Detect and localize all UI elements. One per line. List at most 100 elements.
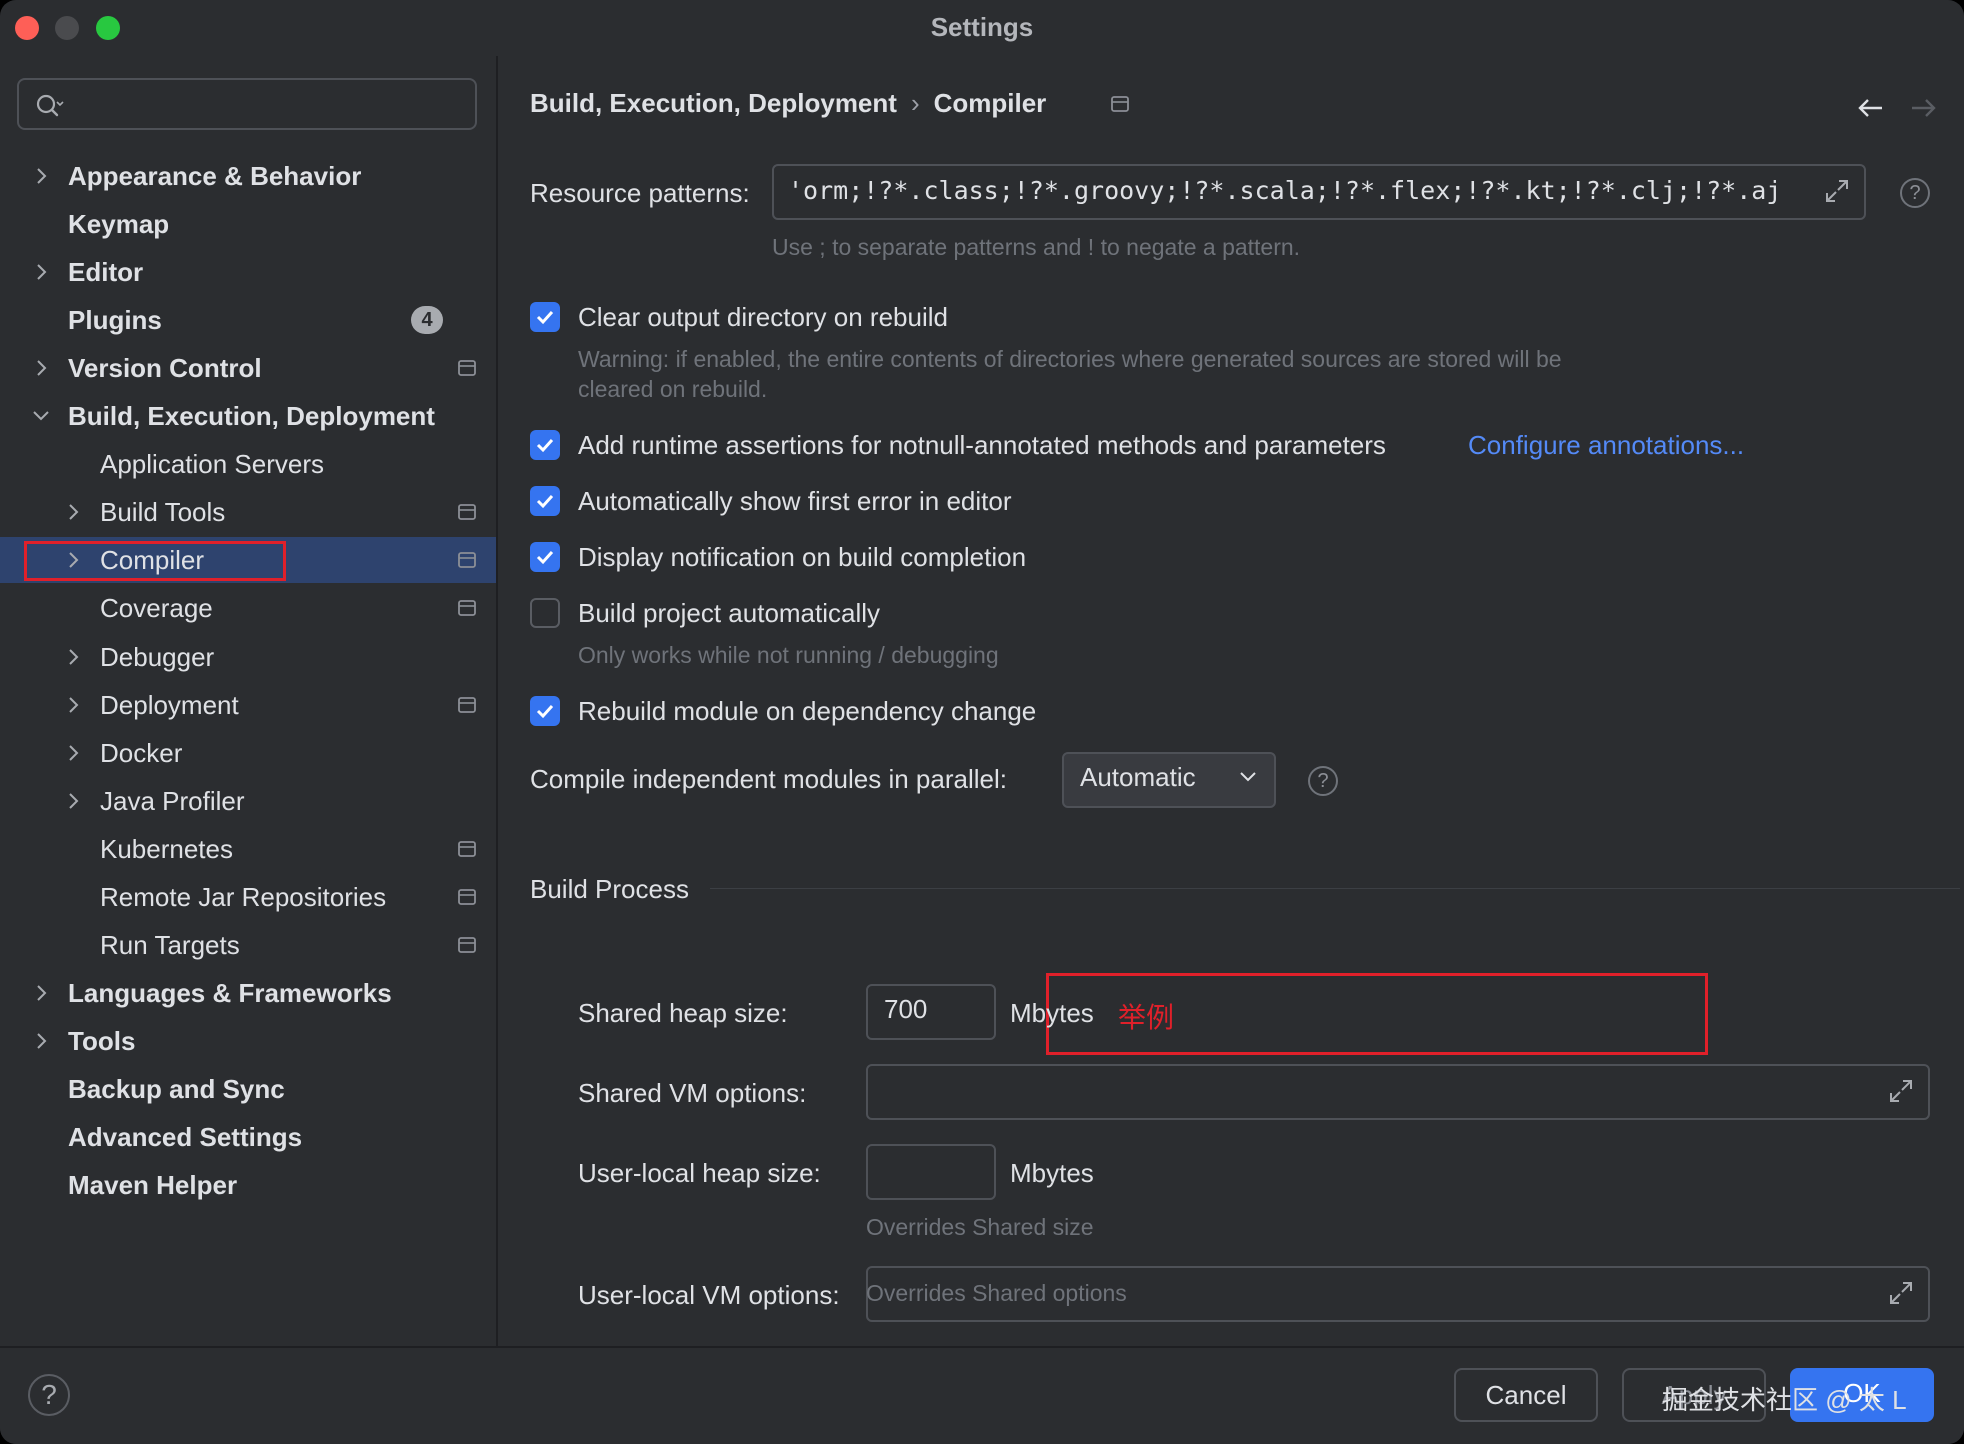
show-first-error-checkbox[interactable] <box>530 486 560 516</box>
sidebar-item-build-execution-deployment[interactable]: Build, Execution, Deployment <box>0 393 496 439</box>
expand-icon[interactable] <box>1888 1280 1914 1306</box>
compiler-settings-panel: Build, Execution, Deployment › Compiler Re… <box>498 56 1964 1346</box>
sidebar-item-java-profiler[interactable]: Java Profiler <box>0 778 496 824</box>
clear-output-checkbox[interactable] <box>530 302 560 332</box>
sidebar-item-docker[interactable]: Docker <box>0 730 496 776</box>
search-icon <box>36 94 64 117</box>
sidebar-item-plugins[interactable]: Plugins 4 <box>0 297 496 343</box>
sidebar-item-languages-frameworks[interactable]: Languages & Frameworks <box>0 970 496 1016</box>
sidebar-item-label: Advanced Settings <box>68 1122 303 1152</box>
shared-heap-unit: Mbytes <box>1010 998 1094 1028</box>
shared-vm-input[interactable] <box>866 1064 1930 1120</box>
chevron-right-icon[interactable] <box>30 163 52 189</box>
user-heap-hint: Overrides Shared size <box>866 1214 1094 1240</box>
expand-icon[interactable] <box>1824 178 1850 204</box>
breadcrumb-separator: › <box>910 88 920 118</box>
chevron-right-icon[interactable] <box>30 355 52 381</box>
breadcrumb-current: Compiler <box>933 88 1047 118</box>
check-icon <box>536 438 554 453</box>
sidebar-item-remote-jar-repositories[interactable]: Remote Jar Repositories <box>0 874 496 920</box>
rebuild-module-label[interactable]: Rebuild module on dependency change <box>578 696 1036 727</box>
sidebar-item-label: Tools <box>68 1026 136 1056</box>
sidebar-item-backup-and-sync[interactable]: Backup and Sync <box>0 1066 496 1112</box>
sidebar-item-keymap[interactable]: Keymap <box>0 201 496 247</box>
runtime-assertions-checkbox[interactable] <box>530 430 560 460</box>
forward-arrow-icon[interactable] <box>1908 94 1938 122</box>
runtime-assertions-label[interactable]: Add runtime assertions for notnull-annot… <box>578 430 1386 461</box>
sidebar-item-editor[interactable]: Editor <box>0 249 496 295</box>
check-icon <box>536 550 554 565</box>
project-scope-icon <box>458 841 476 857</box>
notify-completion-checkbox[interactable] <box>530 542 560 572</box>
sidebar-item-label: Maven Helper <box>68 1170 238 1200</box>
help-icon[interactable]: ? <box>1900 178 1930 208</box>
check-icon <box>536 494 554 509</box>
chevron-right-icon[interactable] <box>62 644 84 670</box>
build-automatically-checkbox[interactable] <box>530 598 560 628</box>
notify-completion-label[interactable]: Display notification on build completion <box>578 542 1026 573</box>
sidebar-item-label: Remote Jar Repositories <box>100 882 387 912</box>
sidebar-item-appearance-behavior[interactable]: Appearance & Behavior <box>0 153 496 199</box>
chevron-right-icon[interactable] <box>62 499 84 525</box>
check-icon <box>536 704 554 719</box>
expand-icon[interactable] <box>1888 1078 1914 1104</box>
chevron-right-icon[interactable] <box>62 692 84 718</box>
build-automatically-label[interactable]: Build project automatically <box>578 598 880 629</box>
sidebar-item-label: Deployment <box>100 690 239 720</box>
user-heap-input[interactable] <box>866 1144 996 1200</box>
configure-annotations-link[interactable]: Configure annotations... <box>1468 430 1744 461</box>
chevron-right-icon[interactable] <box>62 740 84 766</box>
sidebar-item-label: Java Profiler <box>100 786 245 816</box>
search-input[interactable] <box>17 78 477 130</box>
shared-heap-input[interactable]: 700 <box>866 984 996 1040</box>
sidebar-item-build-tools[interactable]: Build Tools <box>0 489 496 535</box>
sidebar-item-run-targets[interactable]: Run Targets <box>0 922 496 968</box>
chevron-right-icon[interactable] <box>30 259 52 285</box>
parallel-help-icon[interactable]: ? <box>1308 766 1338 796</box>
sidebar-item-deployment[interactable]: Deployment <box>0 682 496 728</box>
chevron-right-icon[interactable] <box>62 788 84 814</box>
sidebar-item-label: Appearance & Behavior <box>68 161 362 191</box>
sidebar-item-label: Backup and Sync <box>68 1074 285 1104</box>
chevron-down-icon[interactable] <box>30 403 52 429</box>
window-title: Settings <box>930 12 1034 42</box>
sidebar-item-advanced-settings[interactable]: Advanced Settings <box>0 1114 496 1160</box>
sidebar-item-tools[interactable]: Tools <box>0 1018 496 1064</box>
chevron-right-icon[interactable] <box>30 1028 52 1054</box>
sidebar-item-label: Docker <box>100 738 183 768</box>
sidebar-item-label: Languages & Frameworks <box>68 978 392 1008</box>
settings-window: Settings Appearance & Behavior Keymap Edit… <box>0 0 1964 1444</box>
sidebar-item-version-control[interactable]: Version Control <box>0 345 496 391</box>
sidebar-item-label: Run Targets <box>100 930 240 960</box>
sidebar-item-debugger[interactable]: Debugger <box>0 634 496 680</box>
title-bar: Settings <box>0 0 1964 56</box>
check-icon <box>536 310 554 325</box>
resource-patterns-value: 'orm;!?*.class;!?*.groovy;!?*.scala;!?*.… <box>788 176 1782 205</box>
parallel-compile-value: Automatic <box>1080 762 1196 792</box>
help-button[interactable]: ? <box>28 1374 70 1416</box>
sidebar-item-label: Coverage <box>100 593 213 623</box>
user-heap-label: User-local heap size: <box>578 1158 821 1188</box>
sidebar-item-coverage[interactable]: Coverage <box>0 585 496 631</box>
sidebar-item-application-servers[interactable]: Application Servers <box>0 441 496 487</box>
chevron-down-icon <box>1240 772 1256 782</box>
rebuild-module-checkbox[interactable] <box>530 696 560 726</box>
chevron-right-icon[interactable] <box>30 980 52 1006</box>
sidebar-item-kubernetes[interactable]: Kubernetes <box>0 826 496 872</box>
show-first-error-label[interactable]: Automatically show first error in editor <box>578 486 1011 517</box>
user-vm-label: User-local VM options: <box>578 1280 840 1310</box>
resource-patterns-input[interactable]: 'orm;!?*.class;!?*.groovy;!?*.scala;!?*.… <box>772 164 1866 220</box>
resource-patterns-label: Resource patterns: <box>530 178 750 208</box>
cancel-button[interactable]: Cancel <box>1454 1368 1598 1422</box>
clear-output-label[interactable]: Clear output directory on rebuild <box>578 302 948 333</box>
breadcrumb-parent[interactable]: Build, Execution, Deployment <box>530 88 897 118</box>
project-scope-icon <box>458 600 476 616</box>
sidebar-item-maven-helper[interactable]: Maven Helper <box>0 1162 496 1208</box>
sidebar-item-label: Application Servers <box>100 449 324 479</box>
parallel-compile-select[interactable]: Automatic <box>1062 752 1276 808</box>
back-arrow-icon[interactable] <box>1856 94 1886 122</box>
sidebar-item-label: Build Tools <box>100 497 226 527</box>
project-scope-icon <box>458 937 476 953</box>
settings-sidebar: Appearance & Behavior Keymap Editor Plugins… <box>0 56 496 1346</box>
sidebar-item-label: Debugger <box>100 642 215 672</box>
